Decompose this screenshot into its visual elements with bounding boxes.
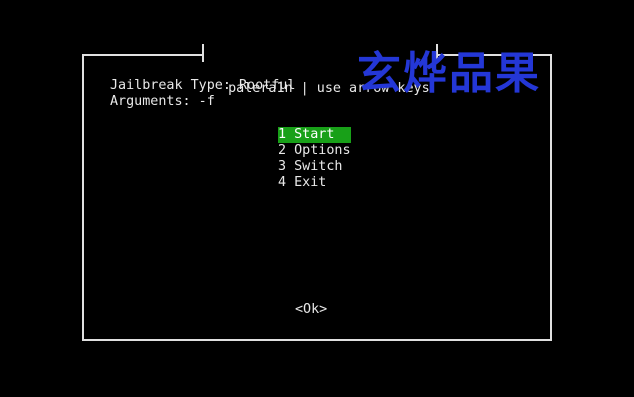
menu-item-start[interactable]: 1 Start [278, 127, 351, 143]
title-left-tick [202, 44, 204, 62]
main-menu: 1 Start 2 Options 3 Switch 4 Exit [278, 127, 352, 191]
watermark-logo: 玄烨品果 [357, 48, 541, 99]
menu-item-options[interactable]: 2 Options [278, 143, 352, 159]
arguments-text: Arguments: -f [110, 94, 215, 109]
jailbreak-type-text: Jailbreak Type: Rootful [110, 78, 296, 93]
ok-button[interactable]: <Ok> [295, 302, 327, 318]
menu-item-switch[interactable]: 3 Switch [278, 159, 352, 175]
menu-item-exit[interactable]: 4 Exit [278, 175, 352, 191]
